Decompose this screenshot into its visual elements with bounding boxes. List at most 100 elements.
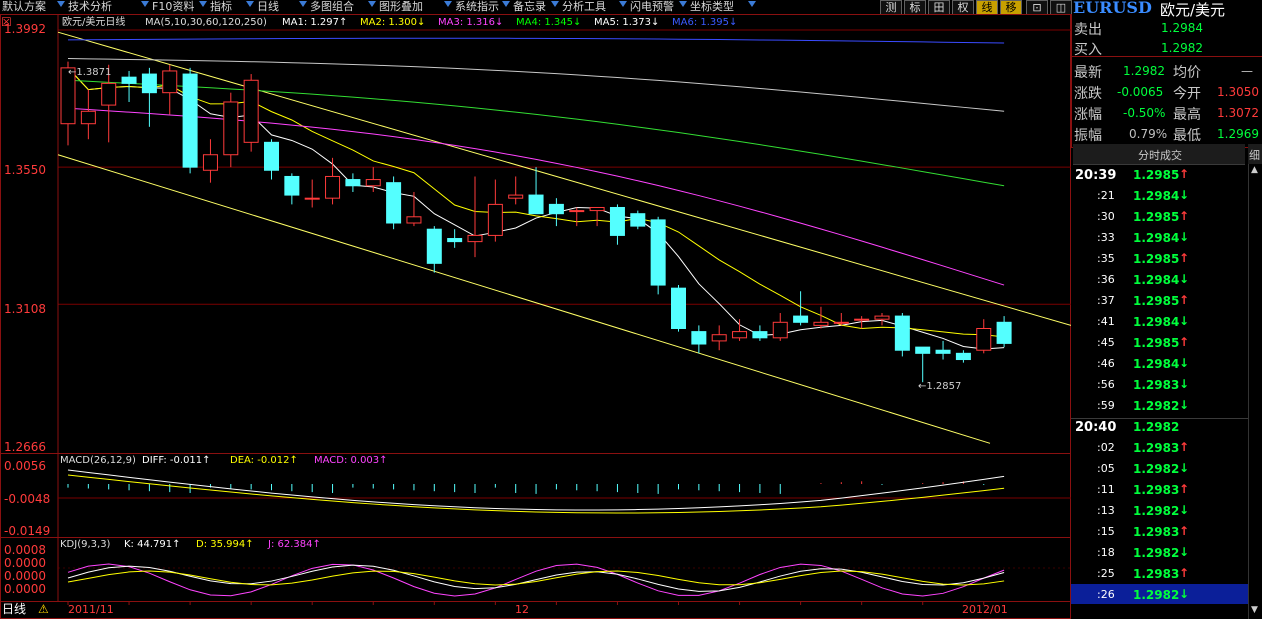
candle-body [202, 154, 218, 171]
tick-row[interactable]: :21 1.2984 ↓ [1071, 185, 1248, 205]
kdj-tick-1: 0.0000 [4, 556, 46, 570]
tick-time: :33 [1097, 231, 1115, 244]
ticks-header-title: 分时成交 [1138, 149, 1182, 162]
tick-row[interactable]: :18 1.2982 ↓ [1071, 542, 1248, 562]
macd-title: MACD(26,12,9) [60, 455, 136, 466]
candle-body [711, 334, 727, 342]
tick-row[interactable]: :45 1.2985 ↑ [1071, 332, 1248, 352]
warning-icon: ⚠ [38, 602, 49, 616]
arrow-up-icon: ↑ [1179, 251, 1190, 265]
candle-body [833, 321, 849, 324]
tick-price: 1.2983 [1133, 441, 1180, 455]
candle-body [650, 219, 666, 286]
period-label[interactable]: 日线 [2, 603, 26, 615]
tick-row[interactable]: :15 1.2983 ↑ [1071, 521, 1248, 541]
price-tick-2: 1.3108 [4, 302, 46, 316]
tick-time: :56 [1097, 378, 1115, 391]
tick-row[interactable]: :26 1.2982 ↓ [1071, 584, 1248, 604]
tick-row[interactable]: :59 1.2982 ↓ [1071, 395, 1248, 415]
high-label: 最高 [1173, 107, 1201, 123]
quote-panel: 卖出 1.2984 买入 1.2982 最新 1.2982 均价 — 涨跌 -0… [1071, 14, 1262, 619]
candle-body [935, 349, 951, 354]
candle-body [548, 203, 564, 215]
price-tick-3: 1.2666 [4, 440, 46, 454]
arrow-down-icon: ↓ [1179, 272, 1190, 286]
candle-body [467, 234, 483, 243]
arrow-up-icon: ↑ [1179, 209, 1190, 223]
candle-body [121, 76, 137, 84]
candle-body [609, 206, 625, 236]
kdj-k: K: 44.791↑ [124, 539, 181, 550]
tick-time: :15 [1097, 525, 1115, 538]
tick-time: :21 [1097, 189, 1115, 202]
tick-row[interactable]: :02 1.2983 ↑ [1071, 437, 1248, 457]
macd-dea-line [67, 474, 1005, 514]
candle-body [915, 346, 931, 354]
candle-body [487, 203, 503, 236]
x-tick-jan: 2012/01 [962, 603, 1008, 616]
low-label: 最低 [1173, 128, 1201, 144]
tick-row[interactable]: :37 1.2985 ↑ [1071, 290, 1248, 310]
candle-body [528, 194, 544, 215]
ma-params: MA(5,10,30,60,120,250) [145, 17, 267, 28]
ticks-header[interactable]: 分时成交 [1073, 144, 1245, 165]
tick-price: 1.2983 [1133, 483, 1180, 497]
tick-price: 1.2984 [1133, 357, 1180, 371]
low-value: 1.2969 [1217, 127, 1259, 141]
tick-time: :59 [1097, 399, 1115, 412]
tick-row[interactable]: :33 1.2984 ↓ [1071, 227, 1248, 247]
tick-row[interactable]: 20:39 1.2985 ↑ [1071, 164, 1248, 184]
tick-price: 1.2983 [1133, 567, 1180, 581]
tick-price: 1.2985 [1133, 336, 1180, 350]
arrow-up-icon: ↑ [1179, 566, 1190, 580]
amp-label: 振幅 [1074, 128, 1102, 144]
scroll-up-icon[interactable]: ▲ [1251, 165, 1258, 175]
tick-row[interactable]: 20:40 1.2982 [1071, 416, 1248, 436]
scroll-down-icon[interactable]: ▼ [1251, 605, 1258, 615]
candle-body [894, 315, 910, 351]
candle-body [345, 179, 361, 187]
avg-label: 均价 [1173, 65, 1201, 81]
tick-time: :35 [1097, 252, 1115, 265]
candle-body [223, 101, 239, 156]
tick-price: 1.2985 [1133, 168, 1180, 182]
ticks-detail-button[interactable]: 细 [1248, 144, 1262, 164]
tick-time: :41 [1097, 315, 1115, 328]
candle-body [793, 315, 809, 323]
tick-row[interactable]: :41 1.2984 ↓ [1071, 311, 1248, 331]
candle-body [264, 141, 279, 171]
tick-row[interactable]: :25 1.2983 ↑ [1071, 563, 1248, 583]
arrow-down-icon: ↓ [1179, 587, 1190, 601]
tick-price: 1.2984 [1133, 231, 1180, 245]
change-value: -0.0065 [1117, 85, 1164, 99]
tick-price: 1.2982 [1133, 504, 1180, 518]
candle-body [101, 82, 117, 106]
tick-row[interactable]: :36 1.2984 ↓ [1071, 269, 1248, 289]
tick-row[interactable]: :30 1.2985 ↑ [1071, 206, 1248, 226]
candle-body [284, 175, 300, 196]
tick-row[interactable]: :05 1.2982 ↓ [1071, 458, 1248, 478]
tick-row[interactable]: :11 1.2983 ↑ [1071, 479, 1248, 499]
low-marker: ←1.2857 [918, 381, 962, 392]
kdj-tick-2: 0.0000 [4, 569, 46, 583]
last-value: 1.2982 [1123, 64, 1165, 78]
candle-body [365, 179, 381, 187]
macd-tick-2: -0.0149 [4, 524, 51, 538]
ticks-scrollbar[interactable]: ▲ ▼ [1248, 164, 1261, 619]
avg-value: — [1241, 64, 1253, 78]
ticks-divider [1071, 418, 1248, 419]
candle-body [141, 73, 157, 94]
candle-body [426, 228, 442, 264]
tick-time: :45 [1097, 336, 1115, 349]
candle-body [955, 352, 971, 361]
ma-label-5: MA5: 1.373↓ [594, 17, 660, 28]
tick-row[interactable]: :56 1.2983 ↓ [1071, 374, 1248, 394]
tick-row[interactable]: :46 1.2984 ↓ [1071, 353, 1248, 373]
arrow-down-icon: ↓ [1179, 356, 1190, 370]
candle-body [508, 194, 524, 199]
chart-canvas [57, 14, 1071, 605]
tick-row[interactable]: :13 1.2982 ↓ [1071, 500, 1248, 520]
candle-body [732, 331, 748, 339]
tick-time: :05 [1097, 462, 1115, 475]
tick-row[interactable]: :35 1.2985 ↑ [1071, 248, 1248, 268]
